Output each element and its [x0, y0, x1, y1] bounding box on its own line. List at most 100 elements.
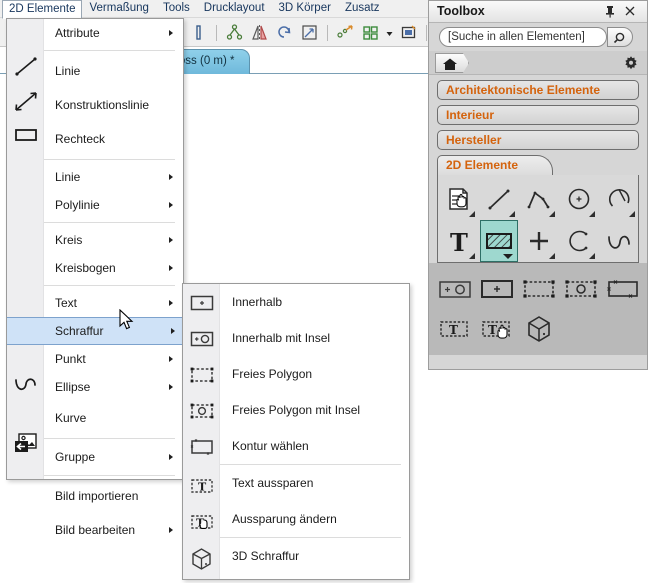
menu-item-rechteck[interactable]: Rechteck — [44, 122, 183, 156]
toolbox-polyline-icon[interactable] — [520, 178, 558, 220]
menu-item-bild-bearbeiten[interactable]: Bild bearbeiten — [44, 513, 183, 547]
submenu-item-3d-schraffur[interactable]: 3D Schraffur — [220, 538, 409, 574]
toolbar-edge-icon[interactable] — [189, 23, 208, 42]
flyout-text-cutout-icon[interactable]: T — [435, 312, 475, 346]
menu-item-polylinie[interactable]: Polylinie — [44, 191, 183, 219]
toolbar-icon-group — [186, 18, 457, 47]
gear-icon[interactable] — [623, 55, 639, 71]
toolbox-line-icon[interactable] — [480, 178, 518, 220]
toolbox-category-2d-elemente[interactable]: 2D Elemente — [437, 155, 553, 175]
toolbox-curve-icon[interactable] — [600, 220, 638, 262]
grid-icon[interactable] — [361, 23, 380, 42]
toolbox-grid-row: T — [438, 220, 638, 262]
flyout-select-contour-icon[interactable] — [603, 272, 643, 306]
menu-item-ellipse[interactable]: Ellipse — [44, 373, 183, 401]
toolbar-separator — [426, 24, 427, 41]
menu-item-label: Rechteck — [55, 132, 106, 146]
menu-item-label: Ellipse — [55, 380, 91, 394]
menu-item-label: Polylinie — [55, 198, 100, 212]
flyout-corner-icon — [629, 211, 635, 217]
menu-separator — [44, 475, 175, 476]
menu-separator — [44, 438, 175, 439]
home-icon[interactable] — [435, 53, 469, 73]
menu-item-label: Bild importieren — [55, 489, 139, 503]
submenu-item-label: Text aussparen — [232, 476, 314, 490]
svg-text:T: T — [449, 323, 458, 337]
menu-item-kurve[interactable]: Kurve — [44, 401, 183, 435]
menu-bar-item-zusatz[interactable]: Zusatz — [338, 0, 387, 18]
submenu-item-freies-polygon[interactable]: Freies Polygon — [220, 356, 409, 392]
flyout-modify-cutout-icon[interactable]: T — [477, 312, 517, 346]
menu-bar-item-vermassung[interactable]: Vermaßung — [82, 0, 155, 18]
menu-item-konstruktionslinie[interactable]: Konstruktionslinie — [44, 88, 183, 122]
free-polygon-icon — [189, 363, 215, 387]
chevron-right-icon — [169, 174, 173, 180]
hatch-inside-island-icon — [189, 327, 215, 351]
menu-item-linie-submenu[interactable]: Linie — [44, 163, 183, 191]
menu-item-attribute[interactable]: Attribute — [44, 19, 183, 47]
submenu-item-text-aussparen[interactable]: Text aussparen — [220, 465, 409, 501]
flyout-hatch-inside-icon[interactable] — [477, 272, 517, 306]
toolbox-import-2d-icon[interactable] — [440, 178, 478, 220]
submenu-icon-gutter: T T — [183, 284, 220, 579]
mirror-icon[interactable] — [250, 23, 269, 42]
flyout-hatch-3d-icon[interactable] — [519, 312, 559, 346]
search-button[interactable] — [607, 27, 633, 47]
menu-bar-item-tools[interactable]: Tools — [156, 0, 197, 18]
menu-item-text[interactable]: Text — [44, 289, 183, 317]
menu-bar-item-2d-elemente[interactable]: 2D Elemente — [2, 0, 83, 19]
submenu-item-innerhalb[interactable]: Innerhalb — [220, 284, 409, 320]
menu-item-label: Schraffur — [55, 324, 104, 338]
flyout-free-polygon-icon[interactable] — [519, 272, 559, 306]
toolbox-category-interieur[interactable]: Interieur — [437, 105, 639, 125]
copy-attributes-icon[interactable] — [399, 23, 418, 42]
menu-item-kreisbogen[interactable]: Kreisbogen — [44, 254, 183, 282]
submenu-item-label: Aussparung ändern — [232, 512, 337, 526]
menu-item-bild-importieren[interactable]: Bild importieren — [44, 479, 183, 513]
flyout-corner-icon — [549, 253, 556, 259]
toolbox-circle-icon[interactable] — [560, 178, 598, 220]
menu-separator — [44, 285, 175, 286]
menu-bar-item-drucklayout[interactable]: Drucklayout — [197, 0, 272, 18]
close-icon[interactable] — [623, 4, 637, 18]
menu-item-schraffur[interactable]: Schraffur — [7, 317, 185, 345]
toolbox-category-hersteller[interactable]: Hersteller — [437, 130, 639, 150]
search-input[interactable] — [439, 27, 607, 47]
submenu-schraffur: T T Innerhalb Innerhalb mit Insel Freies… — [182, 283, 410, 580]
menu-bar-item-3d-koerper[interactable]: 3D Körper — [272, 0, 338, 18]
menu-item-gruppe[interactable]: Gruppe — [44, 442, 183, 472]
align-icon[interactable] — [336, 23, 355, 42]
group-icon[interactable] — [225, 23, 244, 42]
submenu-item-aussparung-aendern[interactable]: Aussparung ändern — [220, 501, 409, 537]
submenu-item-innerhalb-mit-insel[interactable]: Innerhalb mit Insel — [220, 320, 409, 356]
toolbox-arc-icon[interactable] — [600, 178, 638, 220]
flyout-free-polygon-island-icon[interactable] — [561, 272, 601, 306]
submenu-item-kontur-waehlen[interactable]: Kontur wählen — [220, 428, 409, 464]
chevron-down-icon[interactable] — [385, 23, 394, 42]
scale-icon[interactable] — [300, 23, 319, 42]
chevron-right-icon — [169, 356, 173, 362]
menu-item-punkt[interactable]: Punkt — [44, 345, 183, 373]
menu-item-kreis[interactable]: Kreis — [44, 226, 183, 254]
flyout-corner-icon — [469, 211, 475, 217]
menu-item-label: Punkt — [55, 352, 86, 366]
menu-item-linie[interactable]: Linie — [44, 54, 183, 88]
flyout-hatch-inside-island-icon[interactable] — [435, 272, 475, 306]
rotate-icon[interactable] — [275, 23, 294, 42]
toolbox-text-icon[interactable]: T — [440, 220, 478, 262]
toolbox-nav-row — [429, 51, 647, 75]
menu-item-label: Linie — [55, 64, 81, 78]
svg-text:T: T — [450, 228, 468, 256]
toolbox-point-icon[interactable] — [520, 220, 558, 262]
select-contour-icon — [189, 435, 215, 459]
flyout-corner-icon — [549, 211, 555, 217]
rectangle-icon — [13, 123, 39, 147]
toolbox-title: Toolbox — [437, 4, 485, 18]
submenu-item-label: 3D Schraffur — [232, 549, 300, 563]
toolbox-panel: Toolbox [Suche in allen Elementen] Archi… — [428, 0, 648, 370]
toolbox-category-architektonische-elemente[interactable]: Architektonische Elemente — [437, 80, 639, 100]
pin-icon[interactable] — [603, 4, 617, 18]
submenu-item-freies-polygon-mit-insel[interactable]: Freies Polygon mit Insel — [220, 392, 409, 428]
toolbox-hatch-icon[interactable] — [479, 220, 519, 262]
toolbox-ellipse-arc-icon[interactable] — [560, 220, 598, 262]
